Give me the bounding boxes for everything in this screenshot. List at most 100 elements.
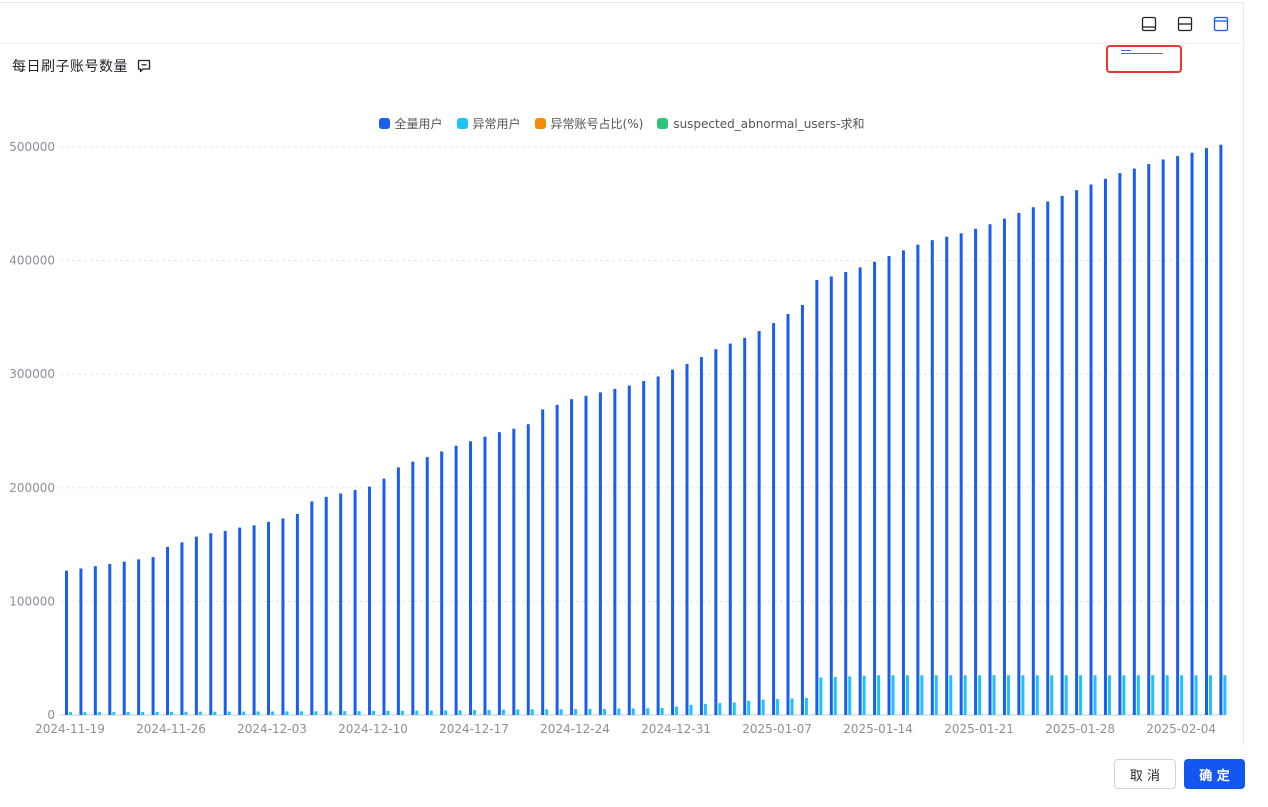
x-tick-label: 2024-12-24 xyxy=(540,722,610,736)
bar-abnormal-users xyxy=(992,675,996,715)
bar-abnormal-users xyxy=(660,707,664,715)
bar-abnormal-users xyxy=(718,703,722,715)
bar-all-users xyxy=(1060,195,1064,715)
bar-abnormal-users xyxy=(213,711,217,715)
bar-all-users xyxy=(1204,148,1208,716)
bar-all-users xyxy=(93,566,97,715)
bar-all-users xyxy=(310,501,314,715)
bar-all-users xyxy=(1219,144,1223,715)
bar-abnormal-users xyxy=(1122,675,1126,715)
bar-all-users xyxy=(916,244,920,716)
bar-abnormal-users xyxy=(646,708,650,715)
bar-abnormal-users xyxy=(516,709,520,715)
bar-abnormal-users xyxy=(1107,675,1111,715)
bar-abnormal-users xyxy=(271,711,275,715)
bar-all-users xyxy=(1132,168,1136,716)
bar-abnormal-users xyxy=(299,711,303,715)
bar-all-users xyxy=(757,331,761,715)
y-tick-label: 400000 xyxy=(9,254,55,268)
x-tick-label: 2024-12-31 xyxy=(641,722,711,736)
bar-abnormal-users xyxy=(920,675,924,715)
x-tick-label: 2025-02-04 xyxy=(1146,722,1216,736)
bar-all-users xyxy=(79,568,83,715)
x-tick-label: 2025-01-21 xyxy=(944,722,1014,736)
bar-abnormal-users xyxy=(1165,675,1169,715)
bar-abnormal-users xyxy=(1035,675,1039,715)
bar-all-users xyxy=(901,250,905,715)
bar-all-users xyxy=(598,392,602,715)
bar-all-users xyxy=(526,424,530,715)
bar-abnormal-users xyxy=(415,710,419,715)
bar-abnormal-users xyxy=(602,708,606,715)
bar-all-users xyxy=(1118,173,1122,716)
bar-abnormal-users xyxy=(804,697,808,715)
bar-abnormal-users xyxy=(732,702,736,715)
bar-abnormal-users xyxy=(1021,675,1025,715)
cancel-button[interactable]: 取 消 xyxy=(1114,759,1176,789)
bar-all-users xyxy=(743,337,747,715)
bar-abnormal-users xyxy=(574,709,578,715)
bar-abnormal-users xyxy=(357,711,361,715)
bar-abnormal-users xyxy=(242,711,246,715)
confirm-button[interactable]: 确 定 xyxy=(1184,759,1245,789)
bar-abnormal-users xyxy=(891,675,895,715)
bar-abnormal-users xyxy=(155,711,159,715)
bar-all-users xyxy=(151,557,155,715)
y-tick-label: 500000 xyxy=(9,140,55,154)
bar-all-users xyxy=(1017,212,1021,715)
bar-all-users xyxy=(627,385,631,715)
bar-abnormal-users xyxy=(170,711,174,715)
bar-all-users xyxy=(541,409,545,715)
bar-abnormal-users xyxy=(1223,675,1227,715)
bar-abnormal-users xyxy=(747,700,751,715)
bar-abnormal-users xyxy=(473,710,477,715)
bar-abnormal-users xyxy=(689,704,693,715)
bar-all-users xyxy=(440,451,444,715)
x-tick-label: 2024-12-03 xyxy=(237,722,307,736)
bar-all-users xyxy=(656,376,660,715)
bar-all-users xyxy=(483,436,487,715)
x-tick-label: 2025-01-07 xyxy=(742,722,812,736)
bar-abnormal-users xyxy=(675,706,679,715)
bar-all-users xyxy=(1190,152,1194,715)
bar-all-users xyxy=(1046,201,1050,715)
bar-abnormal-users xyxy=(862,675,866,715)
bar-abnormal-users xyxy=(588,708,592,715)
bar-all-users xyxy=(858,267,862,715)
bar-all-users xyxy=(166,546,170,715)
bar-abnormal-users xyxy=(69,712,72,715)
bar-all-users xyxy=(873,261,877,715)
bar-abnormal-users xyxy=(227,711,231,715)
bar-all-users xyxy=(1103,178,1107,716)
x-tick-label: 2025-01-28 xyxy=(1045,722,1115,736)
y-tick-label: 200000 xyxy=(9,481,55,495)
bar-all-users xyxy=(930,240,934,716)
bar-abnormal-users xyxy=(1093,675,1097,715)
bar-all-users xyxy=(584,395,588,715)
bar-all-users xyxy=(469,441,473,715)
bar-all-users xyxy=(1161,159,1165,716)
bar-abnormal-users xyxy=(963,675,967,715)
bar-all-users xyxy=(988,224,992,716)
x-tick-label: 2024-11-19 xyxy=(35,722,105,736)
bar-abnormal-users xyxy=(429,710,433,715)
bar-abnormal-users xyxy=(256,711,260,715)
bar-all-users xyxy=(425,457,429,715)
x-tick-label: 2024-12-17 xyxy=(439,722,509,736)
bar-abnormal-users xyxy=(1194,675,1198,715)
y-tick-label: 0 xyxy=(47,708,55,722)
bar-all-users xyxy=(122,561,126,715)
bar-abnormal-users xyxy=(458,710,462,715)
bar-all-users xyxy=(339,493,343,715)
bar-all-users xyxy=(512,428,516,715)
bar-all-users xyxy=(887,256,891,715)
bar-all-users xyxy=(353,490,357,715)
bar-abnormal-users xyxy=(386,710,390,715)
bar-abnormal-users xyxy=(501,709,505,715)
bar-all-users xyxy=(281,518,285,715)
bar-abnormal-users xyxy=(776,699,780,715)
bar-all-users xyxy=(829,276,833,715)
bar-all-users xyxy=(382,478,386,715)
bar-all-users xyxy=(252,525,256,715)
bar-abnormal-users xyxy=(444,710,448,715)
